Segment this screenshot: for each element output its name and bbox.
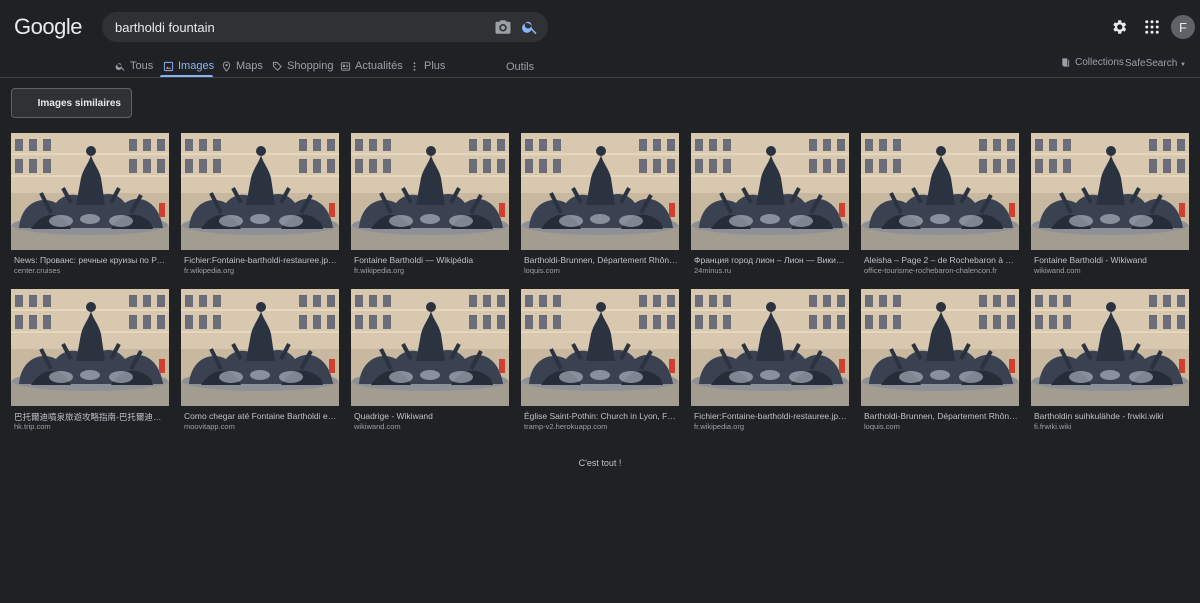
- result-thumbnail[interactable]: [11, 289, 169, 406]
- apps-grid-icon[interactable]: [1143, 18, 1161, 36]
- result-title[interactable]: Bartholdin suihkulähde - frwiki.wiki: [1034, 411, 1188, 421]
- result-source: fr.wikipedia.org: [694, 422, 745, 431]
- tab-label: Outils: [506, 61, 535, 73]
- result-title[interactable]: Fontaine Bartholdi — Wikipédia: [354, 255, 508, 265]
- result-thumbnail[interactable]: [861, 289, 1019, 406]
- result-thumbnail[interactable]: [1031, 133, 1189, 250]
- search-icon[interactable]: [521, 18, 539, 36]
- tab-shopping[interactable]: Shopping: [272, 56, 334, 76]
- result-title[interactable]: Église Saint-Pothin: Church in Lyon, Fra…: [524, 411, 678, 421]
- result-card[interactable]: Como chegar até Fontaine Bartholdi em … …: [181, 289, 339, 439]
- result-title[interactable]: Fichier:Fontaine-bartholdi-restauree.jpg…: [184, 255, 338, 265]
- logo-letter-5: e: [70, 14, 83, 39]
- result-source: wikiwand.com: [354, 422, 401, 431]
- result-title[interactable]: Aleisha – Page 2 – de Rochebaron à Cha…: [864, 255, 1018, 265]
- result-thumbnail[interactable]: [691, 289, 849, 406]
- result-card[interactable]: Église Saint-Pothin: Church in Lyon, Fra…: [521, 289, 679, 439]
- result-card[interactable]: Fontaine Bartholdi — Wikipédia fr.wikipe…: [351, 133, 509, 283]
- result-title[interactable]: Fontaine Bartholdi - Wikiwand: [1034, 255, 1188, 265]
- result-card[interactable]: News: Прованс: речные круизы по Рон… cen…: [11, 133, 169, 283]
- result-source: fr.wikipedia.org: [184, 266, 235, 275]
- result-title[interactable]: Como chegar até Fontaine Bartholdi em …: [184, 411, 338, 421]
- result-card[interactable]: Fontaine Bartholdi - Wikiwand wikiwand.c…: [1031, 133, 1189, 283]
- similar-images-button[interactable]: Images similaires: [11, 88, 132, 118]
- search-icon: [115, 62, 125, 71]
- tab-label: Actualités: [355, 60, 403, 72]
- header-divider: [0, 77, 1200, 78]
- result-thumbnail[interactable]: [11, 133, 169, 250]
- more-vert-icon: [413, 61, 416, 71]
- logo-letter-3: g: [54, 14, 66, 39]
- tag-icon: [272, 61, 282, 71]
- end-of-results-text: C'est tout !: [578, 458, 622, 468]
- result-source: moovitapp.com: [184, 422, 235, 431]
- avatar[interactable]: F: [1171, 15, 1195, 39]
- result-thumbnail[interactable]: [351, 289, 509, 406]
- logo-letter-2: o: [42, 14, 55, 39]
- result-thumbnail[interactable]: [181, 133, 339, 250]
- result-title[interactable]: Bartholdi-Brunnen, Département Rhône P…: [524, 255, 678, 265]
- result-card[interactable]: Aleisha – Page 2 – de Rochebaron à Cha… …: [861, 133, 1019, 283]
- collections-link[interactable]: Collections: [1060, 57, 1124, 68]
- result-title[interactable]: Fichier:Fontaine-bartholdi-restauree.jpg…: [694, 411, 848, 421]
- result-thumbnail[interactable]: [351, 133, 509, 250]
- result-thumbnail[interactable]: [1031, 289, 1189, 406]
- tab-plus[interactable]: Plus: [409, 56, 445, 76]
- result-card[interactable]: Bartholdi-Brunnen, Département Rhône P… …: [521, 133, 679, 283]
- logo-letter-1: o: [30, 14, 43, 39]
- search-tabs: Tous Images Maps Shopping Actualités Plu…: [0, 50, 1200, 78]
- tab-label: Images: [178, 60, 215, 72]
- result-source: fr.wikipedia.org: [354, 266, 405, 275]
- google-logo[interactable]: Google: [14, 14, 83, 40]
- safesearch-label: SafeSearch: [1125, 58, 1178, 69]
- collections-label: Collections: [1075, 57, 1124, 68]
- result-source: tramp-v2.herokuapp.com: [524, 422, 608, 431]
- result-thumbnail[interactable]: [691, 133, 849, 250]
- result-card[interactable]: Bartholdin suihkulähde - frwiki.wiki fi.…: [1031, 289, 1189, 439]
- tab-label: Maps: [236, 60, 263, 72]
- result-card[interactable]: Fichier:Fontaine-bartholdi-restauree.jpg…: [181, 133, 339, 283]
- result-source: loquis.com: [524, 266, 560, 275]
- gear-icon[interactable]: [1110, 18, 1128, 36]
- search-box[interactable]: [102, 12, 548, 42]
- image-icon: [163, 61, 174, 71]
- tab-label: Plus: [424, 60, 446, 72]
- result-card[interactable]: Fichier:Fontaine-bartholdi-restauree.jpg…: [691, 289, 849, 439]
- result-card[interactable]: Франция город лион – Лион — Википе… 24mi…: [691, 133, 849, 283]
- tab-outils[interactable]: Outils: [506, 57, 534, 77]
- tab-label: Tous: [130, 60, 154, 72]
- result-source: 24minus.ru: [694, 266, 732, 275]
- result-source: office-tourisme-rochebaron-chalencon.fr: [864, 266, 997, 275]
- result-source: center.cruises: [14, 266, 61, 275]
- result-title[interactable]: Франция город лион – Лион — Википе…: [694, 255, 848, 265]
- result-title[interactable]: News: Прованс: речные круизы по Рон…: [14, 255, 168, 265]
- search-input[interactable]: [115, 18, 485, 36]
- tab-maps[interactable]: Maps: [221, 56, 263, 76]
- result-title[interactable]: Quadrige - Wikiwand: [354, 411, 508, 421]
- result-thumbnail[interactable]: [181, 289, 339, 406]
- result-thumbnail[interactable]: [521, 289, 679, 406]
- result-card[interactable]: Bartholdi-Brunnen, Département Rhône P… …: [861, 289, 1019, 439]
- news-icon: [340, 61, 351, 71]
- result-thumbnail[interactable]: [861, 133, 1019, 250]
- result-title[interactable]: Bartholdi-Brunnen, Département Rhône P…: [864, 411, 1018, 421]
- result-source: fi.frwiki.wiki: [1034, 422, 1072, 431]
- camera-icon[interactable]: [494, 18, 512, 36]
- tab-label: Shopping: [287, 60, 334, 72]
- result-thumbnail[interactable]: [521, 133, 679, 250]
- tab-actualites[interactable]: Actualités: [340, 56, 403, 76]
- collections-icon: [1062, 58, 1070, 67]
- result-card[interactable]: 巴托爾迪噴泉旅遊攻略指南-巴托爾迪噴泉… hk.trip.com: [11, 289, 169, 439]
- logo-letter-0: G: [14, 14, 31, 39]
- result-source: loquis.com: [864, 422, 900, 431]
- safesearch-dropdown[interactable]: SafeSearch ▼: [1125, 58, 1186, 69]
- tab-images[interactable]: Images: [163, 56, 214, 76]
- map-pin-icon: [222, 60, 231, 72]
- result-source: hk.trip.com: [14, 422, 51, 431]
- caret-down-icon: ▼: [1180, 62, 1186, 68]
- tab-tous[interactable]: Tous: [115, 56, 153, 76]
- result-card[interactable]: Quadrige - Wikiwand wikiwand.com: [351, 289, 509, 439]
- result-source: wikiwand.com: [1034, 266, 1081, 275]
